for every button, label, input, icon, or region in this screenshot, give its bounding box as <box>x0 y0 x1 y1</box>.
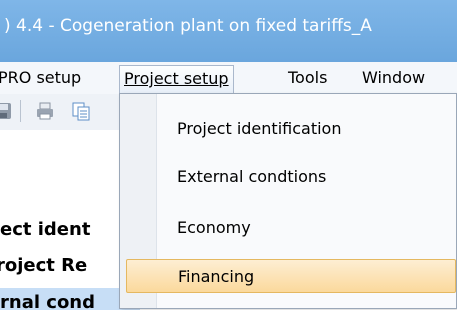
tree-item-label: roject Re <box>0 255 88 276</box>
menu-item-project-identification[interactable]: Project identification <box>126 112 456 146</box>
menu-window[interactable]: Window <box>358 65 429 91</box>
menu-item-external-conditions[interactable]: External condtions <box>126 160 456 194</box>
menu-item-label: External condtions <box>177 167 327 186</box>
menu-pro-setup[interactable]: PRO setup <box>0 65 85 91</box>
tree-item-label: ect ident <box>0 219 91 240</box>
save-icon[interactable] <box>0 100 14 122</box>
window-title: ) 4.4 - Cogeneration plant on fixed tari… <box>4 16 372 36</box>
menu-project-setup[interactable]: Project setup <box>119 65 234 95</box>
copy-icon[interactable] <box>70 100 92 122</box>
tree-item-project-report[interactable]: roject Re <box>0 252 136 280</box>
menu-tools[interactable]: Tools <box>284 65 331 91</box>
print-icon[interactable] <box>34 100 56 122</box>
tree-item-label: rnal cond <box>0 292 96 310</box>
menu-item-financing[interactable]: Financing <box>126 259 456 293</box>
project-setup-dropdown: Project identification External condtion… <box>119 93 457 309</box>
window-titlebar: ) 4.4 - Cogeneration plant on fixed tari… <box>0 0 457 62</box>
menu-tools-label: Tools <box>288 68 328 87</box>
menu-item-label: Project identification <box>177 119 342 138</box>
menu-window-label: Window <box>362 68 426 87</box>
menu-pro-setup-label: PRO setup <box>0 68 82 87</box>
menu-project-setup-label: Project setup <box>124 69 229 88</box>
menu-item-economy[interactable]: Economy <box>126 211 456 245</box>
menu-item-label: Economy <box>177 218 251 237</box>
toolbar-separator <box>20 100 21 122</box>
menu-bar: PRO setup Project setup Tools Window <box>0 62 457 95</box>
menu-item-label: Financing <box>178 267 255 286</box>
